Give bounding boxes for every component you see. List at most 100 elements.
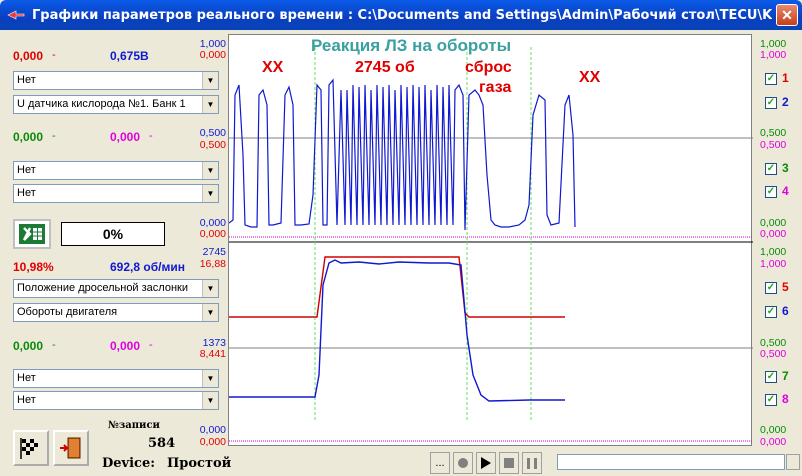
chevron-down-icon[interactable]: ▼ [202,370,218,387]
progress-scroll-button[interactable] [786,454,800,470]
play-button[interactable] [476,452,496,474]
play-icon [481,457,491,469]
select-ch3-label: Нет [17,164,36,176]
top-left-axis-max-red: 0,000 [199,49,226,61]
window-title: Графики параметров реального времени : C… [32,7,772,23]
race-flag-button[interactable] [13,430,49,466]
dash: - [52,339,56,351]
exit-button[interactable] [53,430,89,466]
top-right-axis-mid-green: 0,500 [760,127,787,139]
select-ch3[interactable]: Нет ▼ [13,161,219,180]
bottom-left-axis-max-blue: 2745 [202,246,226,258]
annotation-idle-2: ХХ [579,69,601,86]
exit-door-icon [60,437,81,459]
select-ch8-label: Нет [17,394,36,406]
device-label: Device: [102,456,156,471]
bottom-left-axis-min-blue: 0,000 [199,424,226,436]
channel-6-label: 6 [782,304,789,318]
channel-1-label: 1 [782,71,789,85]
channel-2-label: 2 [782,95,789,109]
top-right-axis-mid-mag: 0,500 [760,139,787,151]
checkered-flag-icon [20,438,38,459]
device-value: Простой [167,456,232,471]
select-ch1[interactable]: Нет ▼ [13,71,219,90]
chevron-down-icon[interactable]: ▼ [202,162,218,179]
value-ch1: 0,000 [13,49,44,63]
stop-icon [504,458,514,468]
annotation-rpm: 2745 об [355,59,415,76]
o2-sensor-trace [228,78,576,231]
app-icon [6,8,26,22]
channel-8-label: 8 [782,392,789,406]
top-left-axis-min-red: 0,000 [199,228,226,240]
value-ch7: 0,000 [13,339,44,353]
channel-3-label: 3 [782,161,789,175]
channel-6-checkbox[interactable]: ✓ [765,306,777,318]
select-ch4-label: Нет [17,187,36,199]
value-ch8: 0,000 [110,339,141,353]
dash: - [52,130,56,142]
chevron-down-icon[interactable]: ▼ [202,392,218,409]
chevron-down-icon[interactable]: ▼ [202,280,218,297]
annotation-gas: газа [479,79,512,96]
throttle-trace [229,256,565,318]
chart-area[interactable]: Реакция ЛЗ на обороты ХХ 2745 об сброс г… [228,34,753,446]
dash: - [149,339,153,351]
bottom-left-axis-mid-red: 8,441 [199,348,226,360]
close-button[interactable]: ✕ [776,4,798,26]
value-ch4: 0,000 [110,130,141,144]
bottom-right-axis-max-green: 1,000 [760,246,787,258]
select-ch7-label: Нет [17,372,36,384]
select-ch5[interactable]: Положение дросельной заслонки ▼ [13,279,219,298]
progress-percent: 0% [61,222,165,246]
channel-2-checkbox[interactable]: ✓ [765,97,777,109]
select-ch8[interactable]: Нет ▼ [13,391,219,410]
channel-7-checkbox[interactable]: ✓ [765,371,777,383]
value-ch3: 0,000 [13,130,44,144]
channel-5-checkbox[interactable]: ✓ [765,282,777,294]
channel-4-checkbox[interactable]: ✓ [765,186,777,198]
select-ch1-label: Нет [17,74,36,86]
annotation-idle-1: ХХ [262,59,284,76]
annotation-title: Реакция ЛЗ на обороты [311,36,512,55]
value-ch2: 0,675В [110,49,149,63]
top-right-axis-min-mag: 0,000 [760,228,787,240]
annotation-reset: сброс [465,59,512,76]
bottom-right-axis-min-mag: 0,000 [760,436,787,448]
bottom-right-axis-max-mag: 1,000 [760,258,787,270]
chevron-down-icon[interactable]: ▼ [202,72,218,89]
select-ch2[interactable]: U датчика кислорода №1. Банк 1 ▼ [13,95,219,114]
pause-icon [527,457,537,469]
chevron-down-icon[interactable]: ▼ [202,96,218,113]
top-left-axis-mid-blue: 0,500 [199,127,226,139]
pause-button[interactable] [522,452,542,474]
stop-button[interactable] [499,452,519,474]
channel-4-label: 4 [782,184,789,198]
excel-export-button[interactable] [13,219,51,249]
select-ch7[interactable]: Нет ▼ [13,369,219,388]
bottom-left-axis-max-red: 16,88 [199,258,226,270]
dash: - [149,130,153,142]
top-left-axis-mid-red: 0,500 [199,139,226,151]
select-ch2-label: U датчика кислорода №1. Банк 1 [17,98,186,110]
channel-8-checkbox[interactable]: ✓ [765,394,777,406]
channel-3-checkbox[interactable]: ✓ [765,163,777,175]
channel-7-label: 7 [782,369,789,383]
select-ch6[interactable]: Обороты двигателя ▼ [13,303,219,322]
title-bar: Графики параметров реального времени : C… [0,0,802,30]
chevron-down-icon[interactable]: ▼ [202,185,218,202]
bottom-left-axis-min-red: 0,000 [199,436,226,448]
rpm-trace [229,259,565,402]
value-ch6: 692,8 об/мин [110,260,185,274]
channel-1-checkbox[interactable]: ✓ [765,73,777,85]
dash: - [52,49,56,61]
more-button[interactable]: ... [430,452,450,474]
record-button[interactable] [453,452,473,474]
playback-progress-bar[interactable] [557,454,785,470]
select-ch4[interactable]: Нет ▼ [13,184,219,203]
channel-5-label: 5 [782,280,789,294]
top-right-axis-max-mag: 1,000 [760,49,787,61]
value-ch5: 10,98% [13,260,54,274]
chevron-down-icon[interactable]: ▼ [202,304,218,321]
record-icon [458,458,468,468]
